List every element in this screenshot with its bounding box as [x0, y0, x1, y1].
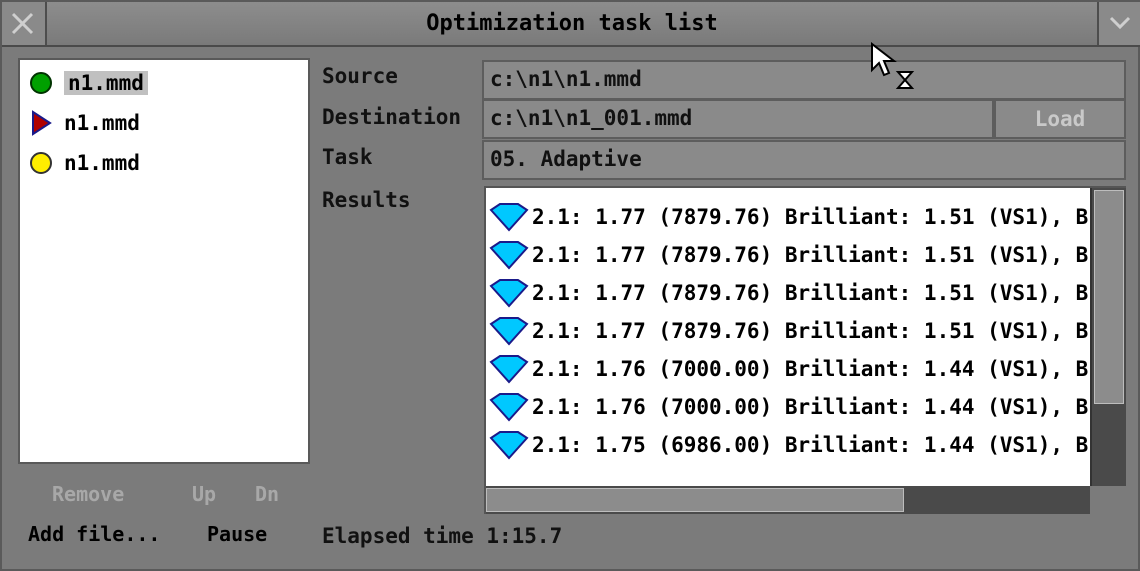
- close-icon[interactable]: [2, 2, 47, 45]
- title-bar: Optimization task list: [2, 2, 1140, 47]
- diamond-icon: [489, 317, 529, 346]
- window-title: Optimization task list: [426, 11, 718, 36]
- optimization-window: Optimization task list n1.mmd n1.mmd n1.…: [0, 0, 1140, 571]
- list-item[interactable]: 2.1: 1.76 (7000.00) Brilliant: 1.44 (VS1…: [488, 350, 1088, 388]
- result-text: 2.1: 1.76 (7000.00) Brilliant: 1.44 (VS1…: [532, 357, 1089, 381]
- diamond-icon: [489, 241, 529, 270]
- green-circle-icon: [26, 68, 56, 98]
- list-item[interactable]: n1.mmd: [26, 106, 140, 140]
- busy-cursor-icon: [870, 41, 926, 102]
- diamond-icon: [489, 393, 529, 422]
- vertical-scrollbar[interactable]: [1090, 188, 1126, 486]
- source-field[interactable]: c:\n1\n1.mmd: [482, 60, 1126, 100]
- diamond-icon: [489, 431, 529, 460]
- destination-label: Destination: [322, 105, 462, 129]
- remove-button[interactable]: Remove: [52, 482, 124, 506]
- list-item[interactable]: 2.1: 1.77 (7879.76) Brilliant: 1.51 (VS1…: [488, 274, 1088, 312]
- elapsed-time: Elapsed time 1:15.7: [322, 524, 563, 548]
- source-label: Source: [322, 64, 398, 88]
- diamond-icon: [489, 355, 529, 384]
- file-name: n1.mmd: [64, 151, 140, 175]
- vertical-scroll-thumb[interactable]: [1094, 190, 1124, 404]
- results-label: Results: [322, 188, 411, 212]
- add-file-button[interactable]: Add file...: [28, 522, 160, 546]
- file-list[interactable]: n1.mmd n1.mmd n1.mmd: [18, 58, 310, 464]
- scroll-corner: [1090, 486, 1126, 514]
- destination-field[interactable]: c:\n1\n1_001.mmd: [482, 99, 994, 139]
- result-text: 2.1: 1.77 (7879.76) Brilliant: 1.51 (VS1…: [532, 281, 1089, 305]
- diamond-icon: [489, 203, 529, 232]
- horizontal-scroll-thumb[interactable]: [486, 488, 904, 512]
- diamond-icon: [489, 279, 529, 308]
- results-list[interactable]: 2.1: 1.77 (7879.76) Brilliant: 1.51 (VS1…: [484, 186, 1126, 514]
- chevron-down-icon[interactable]: [1097, 2, 1140, 45]
- task-label: Task: [322, 145, 373, 169]
- task-field[interactable]: 05. Adaptive: [482, 140, 1126, 180]
- down-button[interactable]: Dn: [255, 482, 279, 506]
- up-button[interactable]: Up: [192, 482, 216, 506]
- list-item[interactable]: n1.mmd: [26, 146, 140, 180]
- result-text: 2.1: 1.75 (6986.00) Brilliant: 1.44 (VS1…: [532, 433, 1089, 457]
- result-text: 2.1: 1.77 (7879.76) Brilliant: 1.51 (VS1…: [532, 319, 1089, 343]
- list-item[interactable]: 2.1: 1.77 (7879.76) Brilliant: 1.51 (VS1…: [488, 236, 1088, 274]
- horizontal-scrollbar[interactable]: [486, 486, 1090, 514]
- list-item[interactable]: 2.1: 1.75 (6986.00) Brilliant: 1.44 (VS1…: [488, 426, 1088, 464]
- list-item[interactable]: 2.1: 1.76 (7000.00) Brilliant: 1.44 (VS1…: [488, 388, 1088, 426]
- red-play-icon: [26, 108, 56, 138]
- list-item[interactable]: 2.1: 1.77 (7879.76) Brilliant: 1.51 (VS1…: [488, 198, 1088, 236]
- list-item[interactable]: 2.1: 1.77 (7879.76) Brilliant: 1.51 (VS1…: [488, 312, 1088, 350]
- file-name: n1.mmd: [64, 111, 140, 135]
- list-item[interactable]: n1.mmd: [26, 66, 148, 100]
- result-text: 2.1: 1.77 (7879.76) Brilliant: 1.51 (VS1…: [532, 243, 1089, 267]
- result-text: 2.1: 1.76 (7000.00) Brilliant: 1.44 (VS1…: [532, 395, 1089, 419]
- load-button[interactable]: Load: [994, 99, 1126, 139]
- result-text: 2.1: 1.77 (7879.76) Brilliant: 1.51 (VS1…: [532, 205, 1089, 229]
- pause-button[interactable]: Pause: [207, 522, 267, 546]
- file-name: n1.mmd: [64, 71, 148, 95]
- yellow-circle-icon: [26, 148, 56, 178]
